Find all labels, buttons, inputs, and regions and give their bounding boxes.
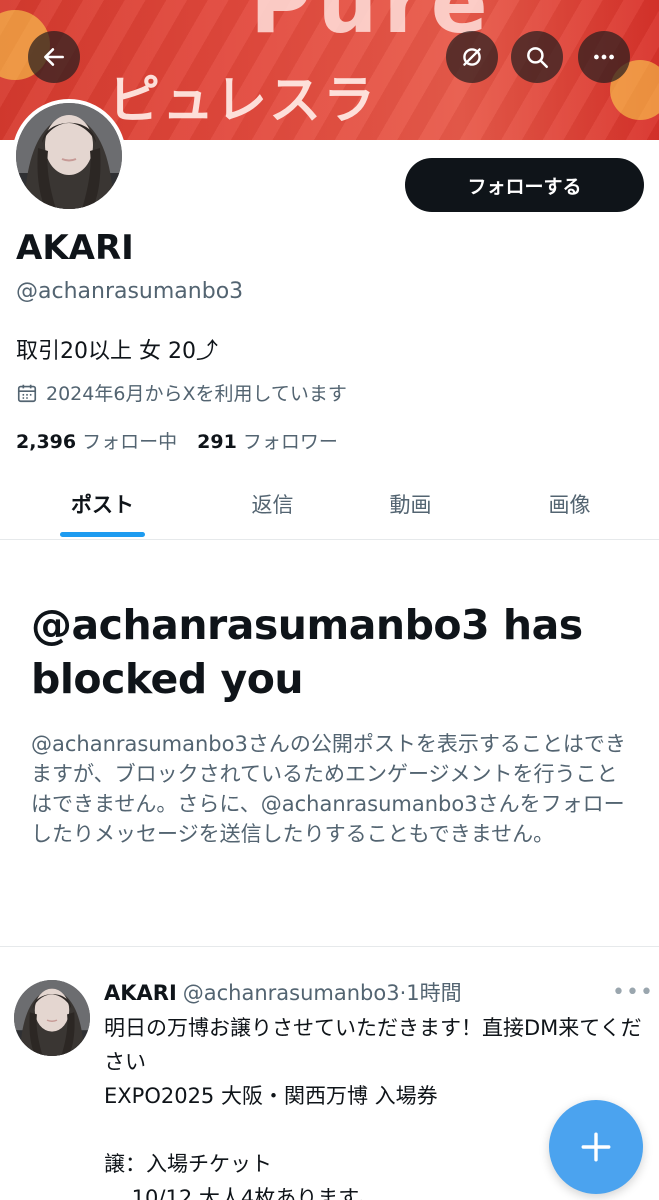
followers-link[interactable]: 291 フォロワー: [197, 431, 338, 453]
post-avatar[interactable]: [14, 980, 90, 1056]
post-header: AKARI @achanrasumanbo3·1時間: [104, 977, 462, 1007]
following-label: フォロー中: [82, 431, 178, 453]
followers-label: フォロワー: [242, 431, 338, 453]
tab-images[interactable]: 画像: [487, 468, 652, 540]
compose-button[interactable]: [549, 1100, 643, 1194]
blocked-title: @achanrasumanbo3 has blocked you: [31, 601, 583, 703]
search-icon: [527, 47, 548, 68]
notifications-off-button[interactable]: [446, 31, 498, 83]
post-author[interactable]: AKARI: [104, 981, 177, 1005]
post-more-icon[interactable]: •••: [612, 980, 654, 1005]
divider: [0, 946, 659, 947]
profile-bio: 取引20以上 女 20⤴︎: [16, 339, 218, 364]
profile-avatar[interactable]: [12, 99, 126, 213]
disabled-icon: [463, 48, 481, 66]
follow-stats: 2,396 フォロー中 291 フォロワー: [16, 427, 338, 454]
back-button[interactable]: [28, 31, 80, 83]
search-button[interactable]: [511, 31, 563, 83]
profile-tabs: ポスト 返信 動画 画像: [0, 468, 659, 540]
banner-text: ピュレスラ: [108, 71, 377, 131]
blocked-description: @achanrasumanbo3さんの公開ポストを表示することはできますが、ブロ…: [31, 732, 626, 846]
calendar-icon: [17, 384, 37, 402]
more-button[interactable]: [578, 31, 630, 83]
active-tab-indicator: [60, 532, 145, 537]
post-meta: @achanrasumanbo3·1時間: [182, 981, 462, 1005]
back-arrow-icon: [44, 48, 64, 66]
joined-date: 2024年6月からXを利用しています: [16, 379, 347, 406]
more-icon: [594, 54, 614, 60]
tab-videos[interactable]: 動画: [328, 468, 493, 540]
profile-name: AKARI: [16, 228, 134, 268]
profile-handle: @achanrasumanbo3: [16, 279, 244, 304]
following-link[interactable]: 2,396 フォロー中: [16, 431, 177, 453]
tab-posts[interactable]: ポスト: [20, 468, 185, 540]
joined-text: 2024年6月からXを利用しています: [46, 383, 347, 405]
followers-count: 291: [197, 431, 237, 453]
following-count: 2,396: [16, 431, 77, 453]
plus-icon: [581, 1132, 611, 1162]
avatar-image: [16, 103, 122, 209]
avatar-image: [14, 980, 90, 1056]
follow-button[interactable]: フォローする: [405, 158, 644, 212]
